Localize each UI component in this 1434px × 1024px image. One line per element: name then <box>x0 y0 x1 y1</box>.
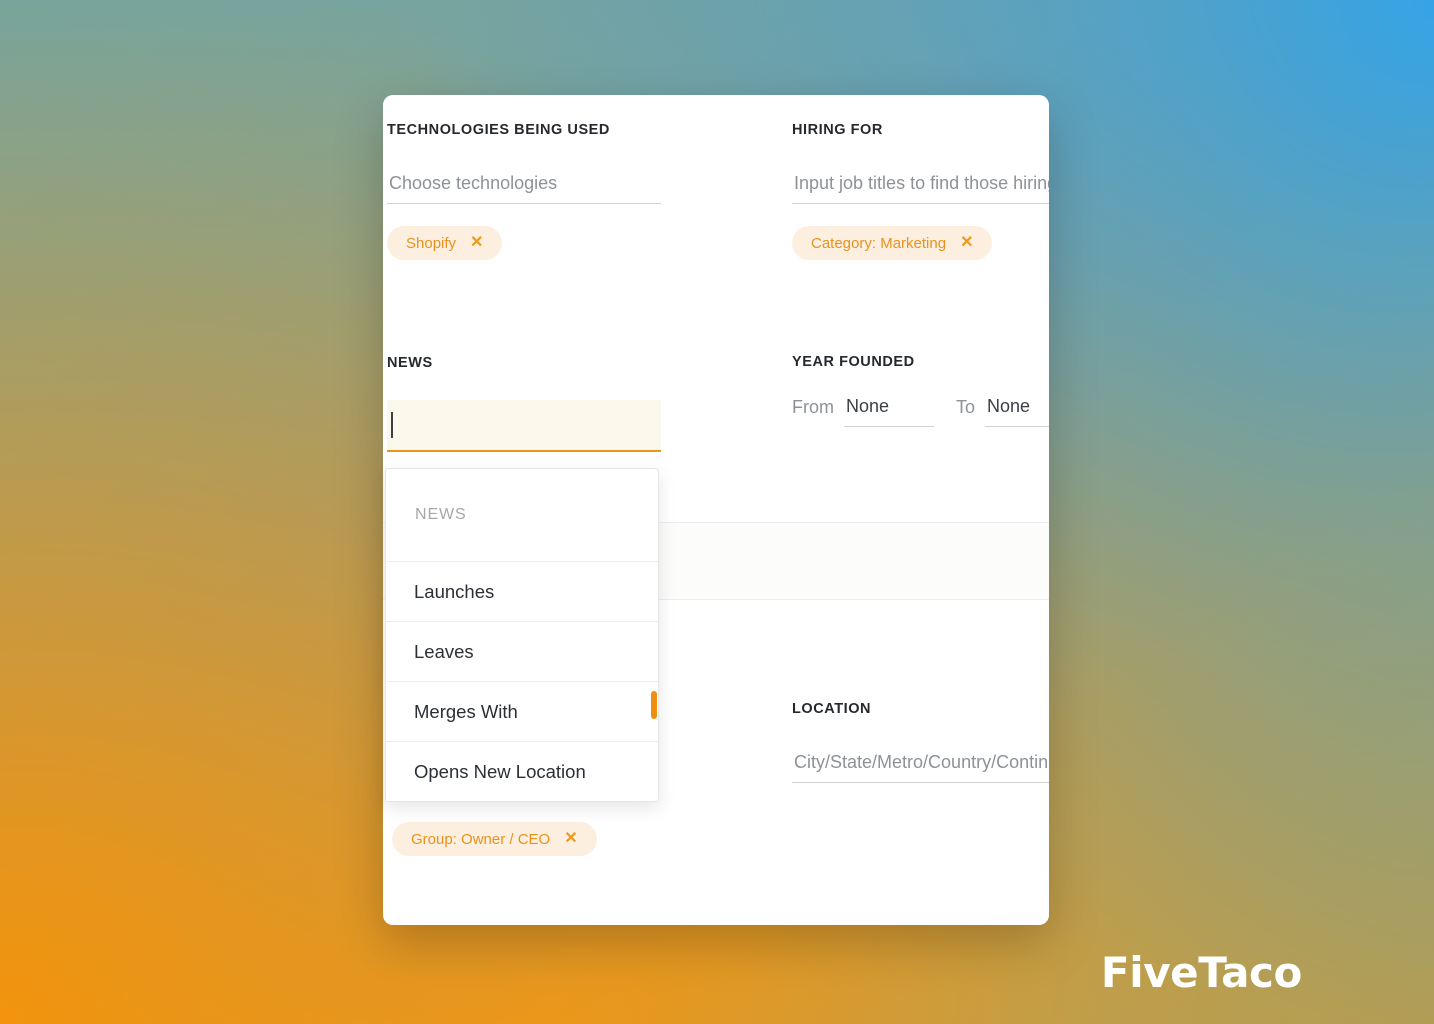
text-caret <box>391 412 393 438</box>
technologies-field: TECHNOLOGIES BEING USED Shopify ✕ <box>387 122 661 260</box>
dropdown-group-header: NEWS <box>386 469 658 562</box>
news-input[interactable] <box>387 400 661 452</box>
chip-label: Shopify <box>406 234 457 252</box>
news-dropdown[interactable]: NEWS Launches Leaves Merges With Opens N… <box>385 468 659 802</box>
dropdown-option-launches[interactable]: Launches <box>386 562 658 622</box>
chip-category-marketing[interactable]: Category: Marketing ✕ <box>792 226 993 260</box>
year-founded-from-label: From <box>792 397 834 417</box>
chip-group-owner-ceo[interactable]: Group: Owner / CEO ✕ <box>392 822 597 856</box>
dropdown-scrollbar[interactable] <box>651 469 658 801</box>
location-field: LOCATION <box>792 701 1049 783</box>
technologies-input[interactable] <box>387 169 661 204</box>
technologies-chip-list: Shopify ✕ <box>387 226 661 260</box>
fivetaco-logo: FiveTaco <box>1100 948 1302 997</box>
news-label: NEWS <box>387 355 433 371</box>
close-icon[interactable]: ✕ <box>470 235 483 251</box>
year-founded-from-input[interactable]: None <box>844 396 934 427</box>
dropdown-option-leaves[interactable]: Leaves <box>386 622 658 682</box>
close-icon[interactable]: ✕ <box>564 831 577 847</box>
hiring-input[interactable] <box>792 169 1049 204</box>
chip-label: Group: Owner / CEO <box>411 830 551 848</box>
group-chip-list: Group: Owner / CEO ✕ <box>392 822 597 856</box>
hiring-chip-list: Category: Marketing ✕ <box>792 226 1049 260</box>
location-input[interactable] <box>792 748 1049 783</box>
technologies-label: TECHNOLOGIES BEING USED <box>387 122 610 138</box>
hiring-field: HIRING FOR Category: Marketing ✕ <box>792 122 1049 260</box>
close-icon[interactable]: ✕ <box>960 235 973 251</box>
dropdown-option-merges-with[interactable]: Merges With <box>386 682 658 742</box>
year-founded-to-input[interactable]: None <box>985 396 1049 427</box>
dropdown-scrollbar-thumb[interactable] <box>651 691 657 719</box>
location-label: LOCATION <box>792 701 872 717</box>
year-founded-field: YEAR FOUNDED From None To None <box>792 354 1049 427</box>
year-founded-to-label: To <box>956 397 976 417</box>
year-founded-range: From None To None <box>792 396 1049 427</box>
news-field: NEWS <box>387 355 661 452</box>
year-founded-label: YEAR FOUNDED <box>792 354 915 370</box>
hiring-label: HIRING FOR <box>792 122 883 138</box>
chip-label: Category: Marketing <box>811 234 947 252</box>
dropdown-option-opens-new-location[interactable]: Opens New Location <box>386 742 658 801</box>
chip-shopify[interactable]: Shopify ✕ <box>387 226 503 260</box>
